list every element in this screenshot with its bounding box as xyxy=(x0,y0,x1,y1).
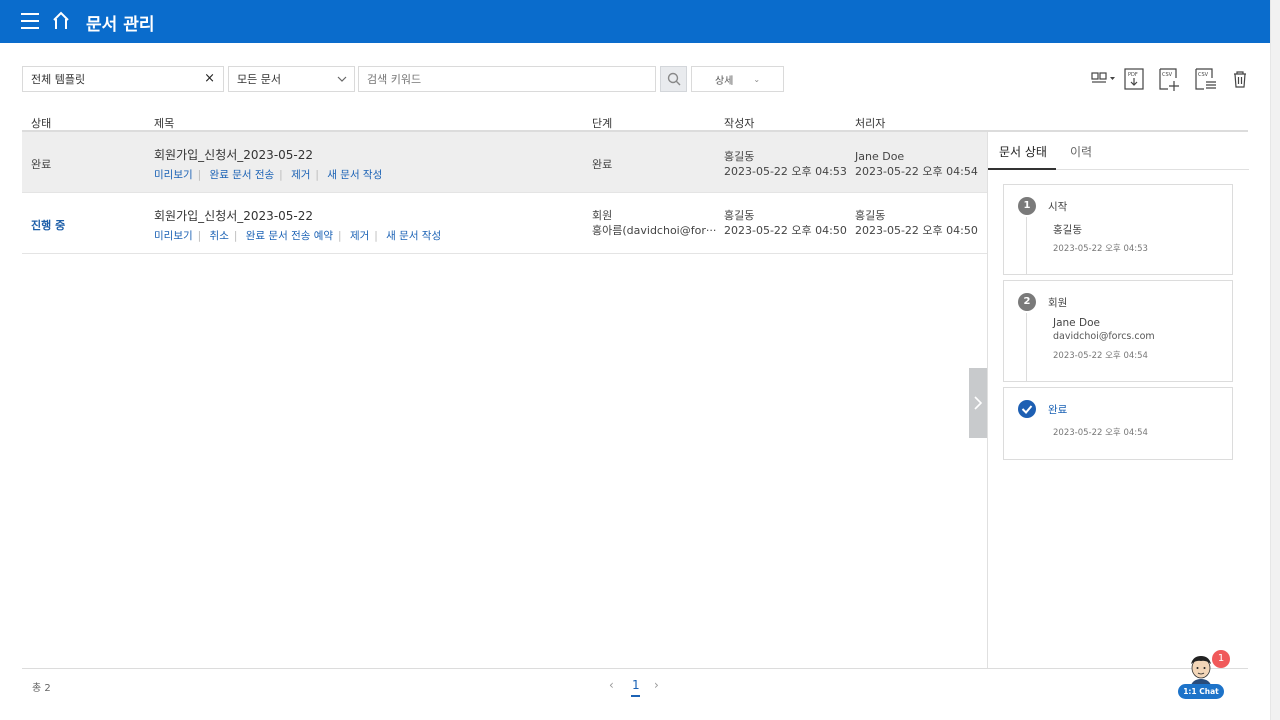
document-title[interactable]: 회원가입_신청서_2023-05-22 xyxy=(154,146,313,163)
stage-cell: 완료 xyxy=(592,158,613,171)
cancel-link[interactable]: 취소 xyxy=(210,230,229,242)
active-tab-indicator xyxy=(988,168,1056,170)
preview-link[interactable]: 미리보기 xyxy=(154,169,193,181)
status-cell: 진행 중 xyxy=(31,219,66,232)
column-title[interactable]: 제목 xyxy=(154,115,174,131)
stage-assignee: 홍아름(davidchoi@for··· xyxy=(592,224,717,237)
column-author[interactable]: 작성자 xyxy=(724,115,754,131)
step-label: 회원 xyxy=(1048,297,1068,309)
author-cell: 홍길동 2023-05-22 오후 04:50 xyxy=(724,208,847,238)
next-page-button[interactable]: › xyxy=(654,678,659,692)
column-stage[interactable]: 단계 xyxy=(592,115,612,131)
preview-link[interactable]: 미리보기 xyxy=(154,230,193,242)
column-status[interactable]: 상태 xyxy=(31,115,51,131)
prev-page-button[interactable]: ‹ xyxy=(609,678,614,692)
template-select[interactable]: 전체 템플릿 × xyxy=(22,66,224,92)
step-card: 완료 2023-05-22 오후 04:54 xyxy=(1003,387,1233,460)
send-complete-link[interactable]: 완료 문서 전송 xyxy=(210,169,275,181)
new-document-link[interactable]: 새 문서 작성 xyxy=(386,230,441,242)
column-handler[interactable]: 처리자 xyxy=(855,115,885,131)
remove-link[interactable]: 제거 xyxy=(350,230,369,242)
step-connector xyxy=(1026,217,1027,275)
csv-label: CSV xyxy=(1162,72,1173,78)
search-input[interactable] xyxy=(358,66,656,92)
detail-search-button[interactable]: 상세 ⌄ xyxy=(691,66,784,92)
table-header: 상태 제목 단계 작성자 처리자 xyxy=(22,112,1248,132)
author-name: 홍길동 xyxy=(724,209,755,222)
step-person: 홍길동 xyxy=(1053,224,1082,236)
author-time: 2023-05-22 오후 04:53 xyxy=(724,165,847,178)
table-row[interactable]: 완료 회원가입_신청서_2023-05-22 미리보기 | 완료 문서 전송 | 제… xyxy=(22,132,987,193)
csv-label: CSV xyxy=(1198,72,1209,78)
chevron-right-icon xyxy=(974,396,983,410)
document-filter-value: 모든 문서 xyxy=(237,73,281,86)
tab-history[interactable]: 이력 xyxy=(1070,143,1092,160)
page-number[interactable]: 1 xyxy=(632,678,640,692)
csv-list-icon[interactable]: CSV xyxy=(1194,66,1218,92)
panel-collapse-button[interactable] xyxy=(969,368,987,438)
hamburger-menu-icon[interactable] xyxy=(21,13,39,29)
row-actions: 미리보기 | 취소 | 완료 문서 전송 예약 | 제거 | 새 문서 작성 xyxy=(154,230,442,242)
schedule-send-link[interactable]: 완료 문서 전송 예약 xyxy=(246,230,333,242)
template-select-value: 전체 템플릿 xyxy=(31,73,86,86)
step-number: 1 xyxy=(1018,197,1036,215)
handler-time: 2023-05-22 오후 04:54 xyxy=(855,165,978,178)
pdf-download-icon[interactable]: PDF xyxy=(1123,66,1147,92)
search-button[interactable] xyxy=(660,66,687,92)
tab-document-status[interactable]: 문서 상태 xyxy=(999,143,1047,160)
handler-cell: 홍길동 2023-05-22 오후 04:50 xyxy=(855,208,978,238)
total-count: 총 2 xyxy=(32,683,51,694)
handler-time: 2023-05-22 오후 04:50 xyxy=(855,224,978,237)
handler-cell: Jane Doe 2023-05-22 오후 04:54 xyxy=(855,149,978,179)
current-page-indicator xyxy=(631,695,640,697)
csv-add-icon[interactable]: CSV xyxy=(1158,66,1182,92)
step-number: 2 xyxy=(1018,293,1036,311)
detail-label: 상세 xyxy=(714,75,734,87)
clear-icon[interactable]: × xyxy=(204,71,215,86)
document-filter-select[interactable]: 모든 문서 xyxy=(228,66,355,92)
author-cell: 홍길동 2023-05-22 오후 04:53 xyxy=(724,149,847,179)
stage-cell: 회원 홍아름(davidchoi@for··· xyxy=(592,208,716,238)
page-title: 문서 관리 xyxy=(86,15,155,35)
step-person: Jane Doe xyxy=(1053,317,1100,329)
step-time: 2023-05-22 오후 04:54 xyxy=(1053,428,1148,438)
handler-name: Jane Doe xyxy=(855,150,905,163)
step-connector xyxy=(1026,313,1027,382)
table-row[interactable]: 진행 중 회원가입_신청서_2023-05-22 미리보기 | 취소 | 완료 문서… xyxy=(22,193,987,254)
trash-icon[interactable] xyxy=(1230,66,1250,92)
chevron-down-icon xyxy=(337,76,347,82)
author-name: 홍길동 xyxy=(724,150,755,163)
chat-badge: 1 xyxy=(1212,650,1230,668)
step-card: 1 시작 홍길동 2023-05-22 오후 04:53 xyxy=(1003,184,1233,275)
step-label: 시작 xyxy=(1048,201,1068,213)
document-title[interactable]: 회원가입_신청서_2023-05-22 xyxy=(154,207,313,224)
step-label: 완료 xyxy=(1048,404,1068,416)
chat-label: 1:1 Chat xyxy=(1178,684,1224,699)
new-document-link[interactable]: 새 문서 작성 xyxy=(327,169,382,181)
footer-divider xyxy=(22,668,1248,669)
home-icon[interactable] xyxy=(51,11,71,31)
top-bar: 문서 관리 xyxy=(0,0,1280,43)
remove-link[interactable]: 제거 xyxy=(291,169,310,181)
author-time: 2023-05-22 오후 04:50 xyxy=(724,224,847,237)
search-icon xyxy=(667,72,680,86)
pdf-label: PDF xyxy=(1128,72,1138,78)
status-cell: 완료 xyxy=(31,158,52,171)
step-card: 2 회원 Jane Doe davidchoi@forcs.com 2023-0… xyxy=(1003,280,1233,382)
page-scrollbar[interactable] xyxy=(1270,0,1280,720)
step-email: davidchoi@forcs.com xyxy=(1053,331,1155,342)
document-status-panel: 문서 상태 이력 1 시작 홍길동 2023-05-22 오후 04:53 2 … xyxy=(987,132,1249,668)
handler-name: 홍길동 xyxy=(855,209,886,222)
check-circle-icon xyxy=(1018,400,1036,418)
stage-name: 회원 xyxy=(592,209,613,222)
row-actions: 미리보기 | 완료 문서 전송 | 제거 | 새 문서 작성 xyxy=(154,169,383,181)
chat-widget[interactable]: 1:1 Chat 1 xyxy=(1176,650,1230,702)
columns-icon[interactable] xyxy=(1089,66,1119,92)
step-time: 2023-05-22 오후 04:54 xyxy=(1053,351,1148,361)
step-time: 2023-05-22 오후 04:53 xyxy=(1053,244,1148,254)
chevron-down-icon: ⌄ xyxy=(753,74,761,84)
panel-tabs: 문서 상태 이력 xyxy=(988,132,1249,170)
